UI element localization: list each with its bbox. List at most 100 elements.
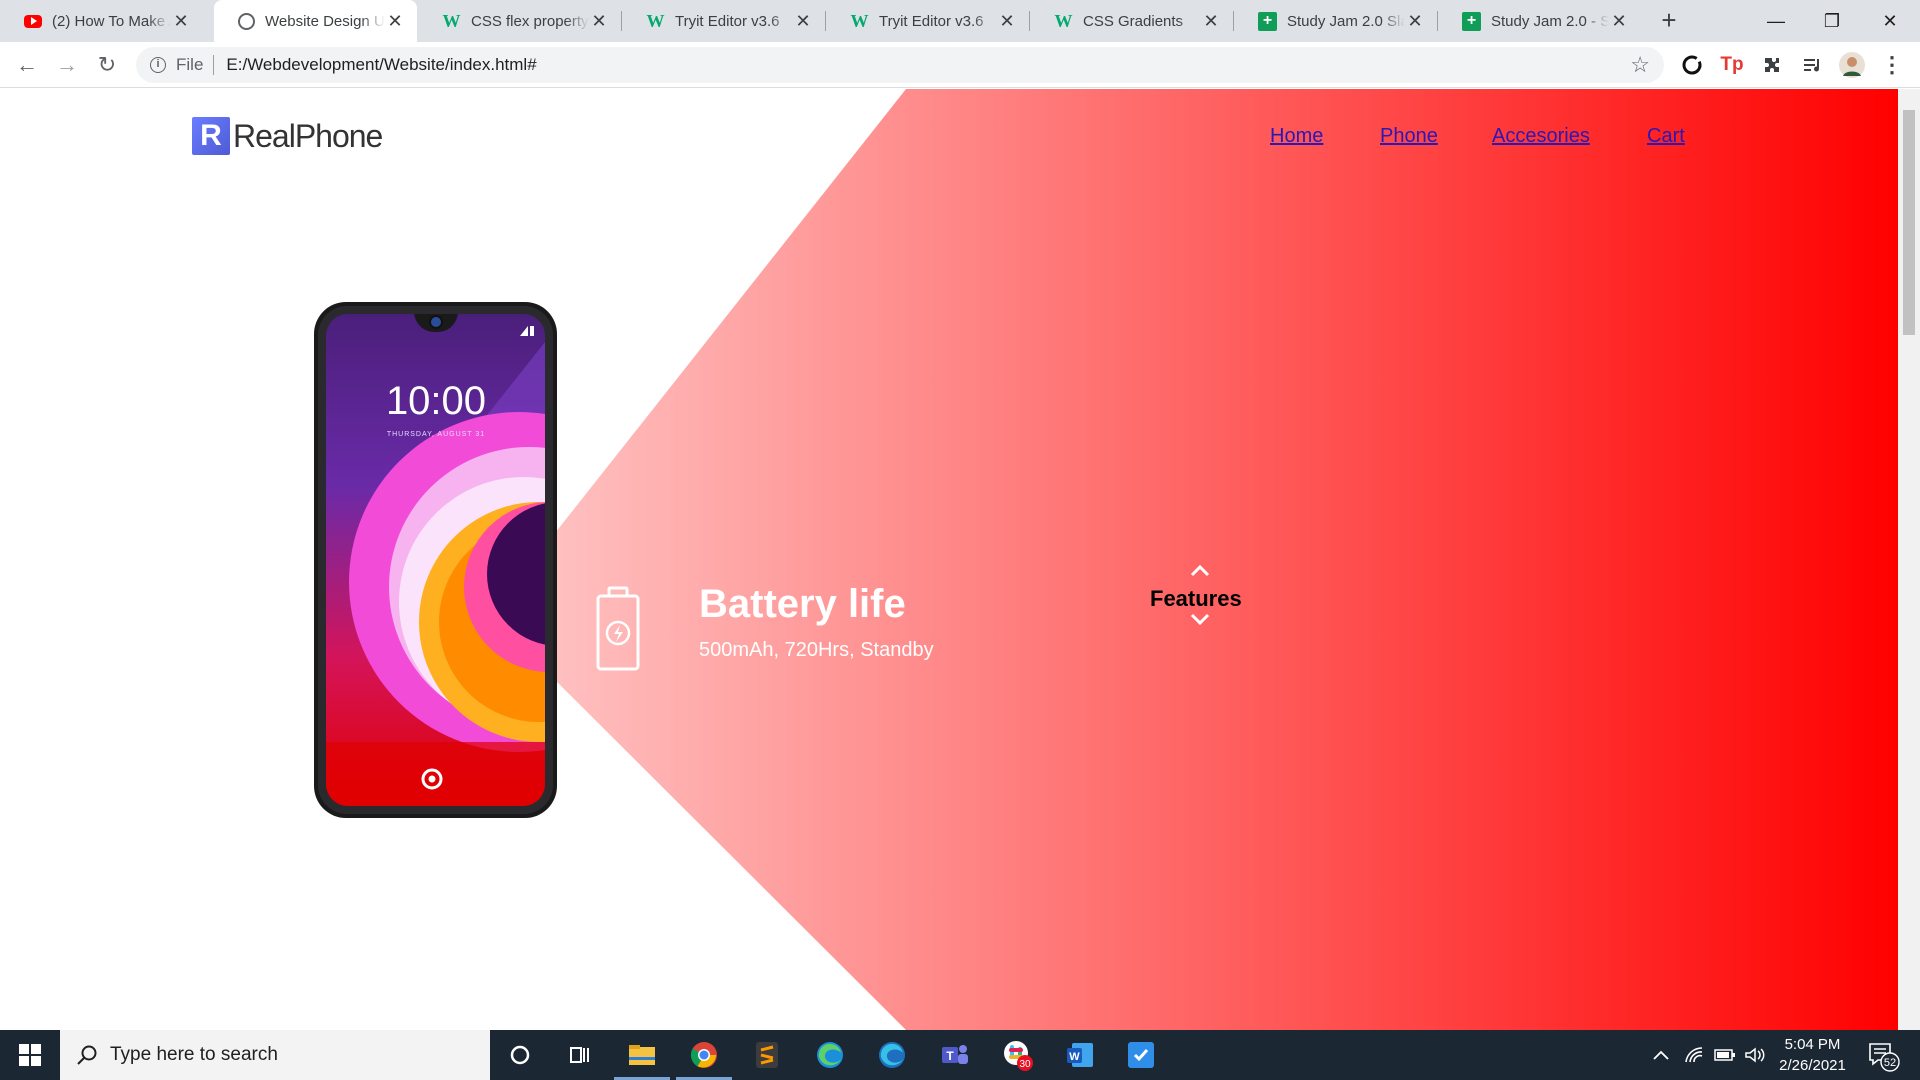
w3schools-icon: W: [1054, 10, 1073, 31]
browser-tab[interactable]: W Tryit Editor v3.6 ✕: [826, 0, 1029, 42]
w3schools-icon: W: [646, 10, 665, 31]
edge-dev-icon[interactable]: [862, 1030, 922, 1080]
tab-title: Tryit Editor v3.6: [675, 12, 780, 30]
close-icon[interactable]: ✕: [1609, 11, 1629, 31]
restore-icon[interactable]: ❐: [1804, 0, 1860, 42]
tab-title: Study Jam 2.0 Slack: [1287, 12, 1405, 30]
edge-icon[interactable]: [800, 1030, 860, 1080]
feature-title: Battery life: [699, 582, 906, 626]
nav-link-phone[interactable]: Phone: [1380, 125, 1438, 148]
logo-mark: R: [192, 117, 230, 155]
google-sheets-icon: +: [1462, 11, 1481, 31]
battery-icon: [595, 586, 641, 677]
svg-text:T: T: [946, 1049, 954, 1063]
nav-link-cart[interactable]: Cart: [1647, 125, 1685, 148]
slack-badge-count: 30: [1019, 1059, 1031, 1070]
minimize-icon[interactable]: —: [1748, 0, 1804, 42]
clock-time: 5:04 PM: [1784, 1036, 1841, 1053]
search-icon: [77, 1045, 97, 1065]
phone-clock-text: 10:00: [386, 379, 486, 423]
wifi-icon[interactable]: [1684, 1030, 1704, 1080]
close-icon[interactable]: ✕: [385, 11, 405, 31]
globe-icon: [238, 12, 255, 30]
logo-brand: RealPhone: [233, 117, 383, 154]
scrollbar-thumb[interactable]: [1903, 110, 1915, 335]
teams-icon[interactable]: T: [925, 1030, 985, 1080]
scheme-divider: [213, 55, 215, 75]
nav-link-home[interactable]: Home: [1270, 125, 1323, 148]
chevron-up-icon[interactable]: [1188, 563, 1212, 579]
tab-title: (2) How To Make A: [52, 12, 171, 30]
show-hidden-icons-icon[interactable]: [1652, 1030, 1670, 1080]
volume-icon[interactable]: [1744, 1030, 1766, 1080]
google-sheets-icon: +: [1258, 11, 1277, 31]
battery-status-icon[interactable]: [1714, 1030, 1736, 1080]
address-bar[interactable]: i File E:/Webdevelopment/Website/index.h…: [136, 47, 1664, 83]
tab-title: Study Jam 2.0 - Sla: [1491, 12, 1609, 30]
tab-title: CSS Gradients: [1083, 12, 1184, 30]
cortana-icon[interactable]: [490, 1030, 550, 1080]
forward-icon[interactable]: →: [51, 49, 83, 81]
scheme-label: File: [176, 55, 204, 74]
bookmark-star-icon[interactable]: ☆: [1630, 52, 1650, 78]
close-icon[interactable]: ✕: [1201, 11, 1221, 31]
chrome-icon[interactable]: [674, 1030, 734, 1080]
profile-avatar[interactable]: [1837, 50, 1867, 80]
close-icon[interactable]: ✕: [171, 11, 191, 31]
new-tab-icon[interactable]: +: [1655, 7, 1683, 35]
site-logo[interactable]: R RealPhone: [192, 117, 383, 155]
taskbar-search-box[interactable]: Type here to search: [60, 1030, 490, 1080]
browser-menu-icon[interactable]: ⋮: [1877, 50, 1907, 80]
url-text[interactable]: E:/Webdevelopment/Website/index.html#: [226, 55, 536, 75]
sync-extension-icon[interactable]: [1677, 50, 1707, 80]
browser-tab[interactable]: (2) How To Make A ✕: [0, 0, 203, 42]
nav-link-accesories[interactable]: Accesories: [1492, 125, 1590, 148]
browser-tab-active[interactable]: Website Design Us ✕: [214, 0, 417, 42]
slack-icon[interactable]: 30: [988, 1030, 1048, 1080]
w3schools-icon: W: [442, 10, 461, 31]
todo-icon[interactable]: [1111, 1030, 1171, 1080]
close-icon[interactable]: ✕: [589, 11, 609, 31]
close-icon[interactable]: ✕: [1405, 11, 1425, 31]
sublime-text-icon[interactable]: [737, 1030, 797, 1080]
phone-image: 10:00 THURSDAY, AUGUST 31: [310, 302, 560, 818]
tab-title: Website Design Us: [265, 12, 385, 30]
close-window-icon[interactable]: ✕: [1862, 0, 1918, 42]
browser-tab[interactable]: + Study Jam 2.0 Slack ✕: [1234, 0, 1437, 42]
extensions-puzzle-icon[interactable]: [1757, 50, 1787, 80]
taskbar-clock[interactable]: 5:04 PM 2/26/2021: [1765, 1034, 1860, 1076]
word-icon[interactable]: W: [1050, 1030, 1110, 1080]
search-placeholder: Type here to search: [110, 1044, 278, 1065]
feature-subtitle: 500mAh, 720Hrs, Standby: [699, 639, 934, 661]
browser-tab[interactable]: W Tryit Editor v3.6 ✕: [622, 0, 825, 42]
svg-text:W: W: [1069, 1051, 1080, 1063]
youtube-icon: [24, 14, 42, 28]
task-view-icon[interactable]: [550, 1030, 610, 1080]
hero-gradient-background: [540, 89, 1898, 1030]
browser-tab-strip: (2) How To Make A ✕ Website Design Us ✕ …: [0, 0, 1920, 42]
notification-count: 52: [1884, 1057, 1896, 1069]
browser-toolbar: ← → ↻ i File E:/Webdevelopment/Website/i…: [0, 42, 1920, 88]
phone-date-text: THURSDAY, AUGUST 31: [387, 431, 485, 438]
tab-title: CSS flex property: [471, 12, 589, 30]
windows-taskbar: Type here to search T 30 W 5:04 PM 2/26/…: [0, 1030, 1920, 1080]
close-icon[interactable]: ✕: [793, 11, 813, 31]
back-icon[interactable]: ←: [11, 49, 43, 81]
file-explorer-icon[interactable]: [612, 1030, 672, 1080]
features-label[interactable]: Features: [1150, 586, 1242, 612]
browser-tab[interactable]: + Study Jam 2.0 - Sla ✕: [1438, 0, 1641, 42]
chevron-down-icon[interactable]: [1188, 611, 1212, 627]
w3schools-icon: W: [850, 10, 869, 31]
windows-start-icon[interactable]: [0, 1030, 60, 1080]
browser-tab[interactable]: W CSS flex property ✕: [418, 0, 621, 42]
clock-date: 2/26/2021: [1779, 1057, 1846, 1074]
close-icon[interactable]: ✕: [997, 11, 1017, 31]
tab-title: Tryit Editor v3.6: [879, 12, 984, 30]
notification-center-icon[interactable]: 52: [1866, 1030, 1900, 1080]
tp-extension-icon[interactable]: Tp: [1717, 50, 1747, 80]
reload-icon[interactable]: ↻: [91, 49, 123, 81]
reading-list-icon[interactable]: [1797, 50, 1827, 80]
webpage: R RealPhone Home Phone Accesories Cart 1…: [0, 89, 1898, 1030]
info-icon[interactable]: i: [150, 57, 166, 73]
browser-tab[interactable]: W CSS Gradients ✕: [1030, 0, 1233, 42]
